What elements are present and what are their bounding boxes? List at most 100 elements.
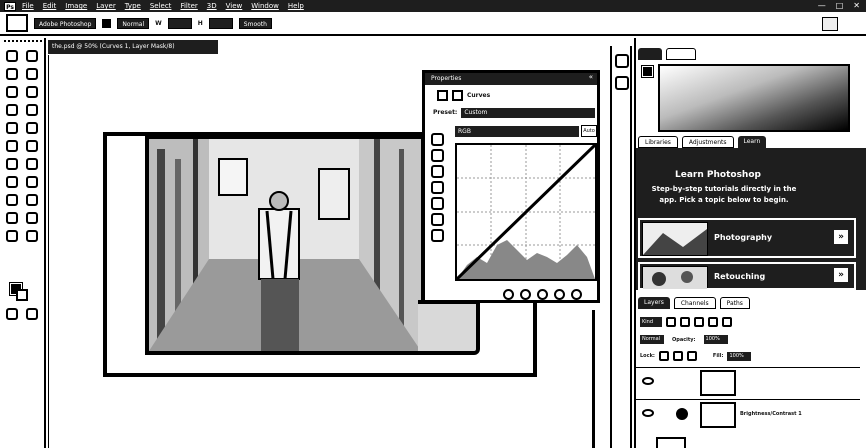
pen-tool-icon[interactable]	[26, 176, 38, 188]
curves-graph[interactable]	[455, 143, 597, 281]
properties-panel-icon[interactable]	[615, 76, 629, 90]
blur-tool-icon[interactable]	[26, 158, 38, 170]
menu-layer[interactable]: Layer	[96, 2, 116, 10]
toolbar-grip[interactable]	[4, 40, 42, 44]
blend-mode-dropdown[interactable]: Normal	[640, 335, 664, 344]
lock-position-icon[interactable]	[672, 351, 683, 361]
opacity-field[interactable]: 100%	[703, 335, 728, 344]
kind-filter-dropdown[interactable]: Kind	[640, 317, 662, 327]
brush-tool-icon[interactable]	[6, 122, 18, 134]
crop-tool-icon[interactable]	[26, 86, 38, 98]
menu-edit[interactable]: Edit	[43, 2, 57, 10]
path-select-tool-icon[interactable]	[26, 194, 38, 206]
menu-view[interactable]: View	[226, 2, 243, 10]
current-tool-icon[interactable]	[6, 14, 28, 32]
close-button[interactable]: ✕	[853, 1, 860, 10]
view-previous-icon[interactable]	[520, 289, 531, 300]
learn-card-retouching[interactable]: Retouching »	[638, 262, 856, 290]
target-adjust-icon[interactable]	[431, 133, 444, 146]
healing-tool-icon[interactable]	[26, 104, 38, 116]
link-layers-icon[interactable]	[656, 437, 686, 448]
layer-row[interactable]	[636, 367, 860, 397]
lock-all-icon[interactable]	[686, 351, 697, 361]
layer-row[interactable]: Brightness/Contrast 1	[636, 399, 860, 429]
black-point-eyedropper-icon[interactable]	[431, 149, 444, 162]
minimize-button[interactable]: —	[818, 1, 826, 10]
smart-object-filter-icon[interactable]	[722, 317, 732, 327]
tab-adjustments[interactable]: Adjustments	[681, 136, 734, 148]
history-panel-icon[interactable]	[615, 54, 629, 68]
menu-select[interactable]: Select	[150, 2, 172, 10]
tab-layers[interactable]: Layers	[638, 297, 670, 309]
reset-icon[interactable]	[537, 289, 548, 300]
mode-select[interactable]: Normal	[117, 17, 150, 29]
tab-libraries[interactable]: Libraries	[638, 136, 678, 148]
menu-image[interactable]: Image	[65, 2, 87, 10]
learn-card-photography[interactable]: Photography »	[638, 218, 856, 258]
visibility-icon[interactable]	[554, 289, 565, 300]
tab-channels[interactable]: Channels	[673, 297, 716, 309]
mask-icon[interactable]	[452, 89, 463, 101]
menu-window[interactable]: Window	[251, 2, 279, 10]
zoom-tool-icon[interactable]	[6, 230, 18, 242]
curve-pencil-icon[interactable]	[431, 213, 444, 226]
white-point-eyedropper-icon[interactable]	[431, 181, 444, 194]
quick-mask-icon[interactable]	[6, 308, 18, 320]
type-tool-icon[interactable]	[6, 194, 18, 206]
lock-pixels-icon[interactable]	[658, 351, 669, 361]
background-color-swatch[interactable]	[16, 289, 28, 301]
type-filter-icon[interactable]	[694, 317, 704, 327]
menu-filter[interactable]: Filter	[180, 2, 197, 10]
chevron-right-icon[interactable]: »	[834, 268, 848, 282]
document-tab[interactable]: the.psd @ 50% (Curves 1, Layer Mask/8)	[48, 40, 218, 54]
adjustment-filter-icon[interactable]	[680, 317, 690, 327]
clip-to-layer-icon[interactable]	[503, 289, 514, 300]
delete-icon[interactable]	[571, 289, 582, 300]
eye-icon[interactable]	[642, 409, 654, 417]
shape-filter-icon[interactable]	[708, 317, 718, 327]
tab-learn[interactable]: Learn	[737, 136, 767, 148]
history-brush-tool-icon[interactable]	[6, 140, 18, 152]
option-checkbox[interactable]	[102, 18, 112, 28]
maximize-button[interactable]: □	[836, 1, 844, 10]
menu-type[interactable]: Type	[125, 2, 141, 10]
width-field[interactable]	[167, 17, 192, 29]
tab-swatches[interactable]	[666, 48, 696, 60]
edit-toolbar-icon[interactable]	[26, 230, 38, 242]
chevron-right-icon[interactable]: »	[834, 230, 848, 244]
eyedropper-tool-icon[interactable]	[6, 104, 18, 116]
gradient-tool-icon[interactable]	[6, 158, 18, 170]
menu-3d[interactable]: 3D	[207, 2, 217, 10]
pixel-filter-icon[interactable]	[666, 317, 676, 327]
preset-select[interactable]: Adobe Photoshop	[34, 17, 97, 29]
screen-mode-icon[interactable]	[26, 308, 38, 320]
histogram-warning-icon[interactable]	[431, 229, 444, 242]
collapse-icon[interactable]: «	[589, 73, 593, 81]
menu-help[interactable]: Help	[288, 2, 304, 10]
color-panel-foreground-swatch[interactable]	[641, 65, 654, 78]
shape-tool-icon[interactable]	[6, 212, 18, 224]
hand-tool-icon[interactable]	[26, 212, 38, 224]
fill-field[interactable]: 100%	[727, 351, 752, 361]
dodge-tool-icon[interactable]	[6, 176, 18, 188]
smooth-select[interactable]: Smooth	[238, 17, 272, 29]
eye-icon[interactable]	[642, 377, 654, 385]
tab-color[interactable]	[638, 48, 662, 60]
eraser-tool-icon[interactable]	[26, 140, 38, 152]
stamp-tool-icon[interactable]	[26, 122, 38, 134]
menu-file[interactable]: File	[22, 2, 34, 10]
preset-dropdown[interactable]: Custom	[461, 107, 595, 118]
workspace-button[interactable]	[822, 17, 838, 31]
height-field[interactable]	[208, 17, 233, 29]
channel-dropdown[interactable]: RGB	[455, 126, 579, 137]
auto-button[interactable]: Auto	[581, 125, 597, 137]
artboard-tool-icon[interactable]	[26, 50, 38, 62]
lasso-tool-icon[interactable]	[26, 68, 38, 80]
adjustment-icon[interactable]	[437, 89, 448, 101]
tab-paths[interactable]: Paths	[719, 297, 750, 309]
quick-select-tool-icon[interactable]	[6, 86, 18, 98]
curve-points-icon[interactable]	[431, 197, 444, 210]
move-tool-icon[interactable]	[6, 50, 18, 62]
marquee-tool-icon[interactable]	[6, 68, 18, 80]
gray-point-eyedropper-icon[interactable]	[431, 165, 444, 178]
